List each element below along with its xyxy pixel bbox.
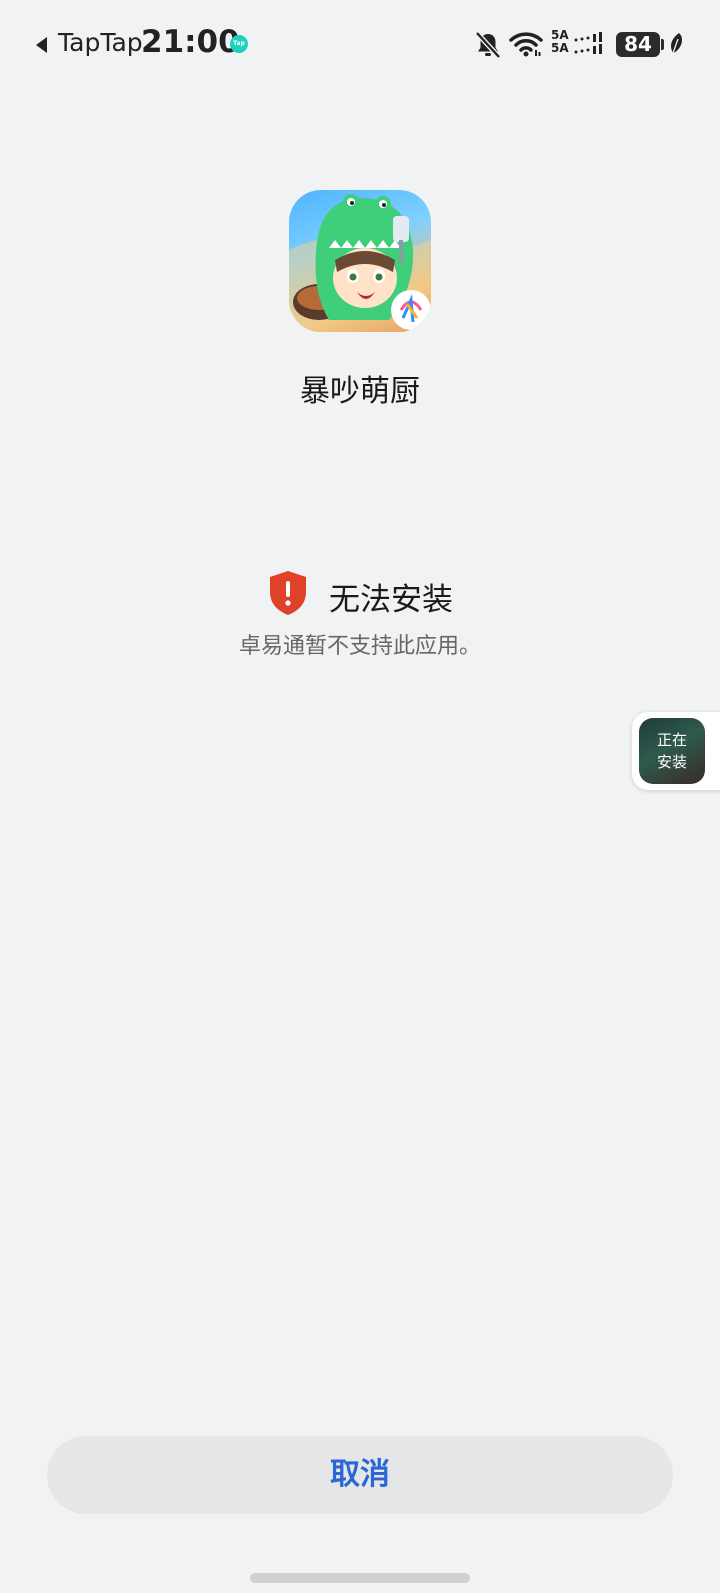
leaf-icon	[671, 33, 682, 54]
bell-muted-icon	[475, 31, 501, 59]
network-type-label: 5A 5A	[551, 29, 569, 55]
battery-cap	[661, 39, 664, 50]
network-type-bottom: 5A	[551, 41, 569, 55]
battery-icon: 84	[616, 32, 660, 57]
game-app-icon	[289, 190, 431, 332]
warning-shield-icon	[270, 571, 306, 615]
signal-icon	[574, 32, 602, 54]
wifi-icon	[509, 32, 543, 57]
installing-status-line2: 安装	[656, 753, 687, 771]
back-to-app-label[interactable]: TapTap	[58, 28, 143, 57]
app-name: 暴吵萌厨	[300, 374, 420, 409]
home-indicator[interactable]	[250, 1573, 470, 1583]
installing-status-text: 正在 安装	[639, 729, 705, 773]
back-arrow-icon[interactable]	[36, 37, 47, 53]
installing-float-widget[interactable]: 正在 安装	[632, 712, 720, 790]
cancel-button[interactable]: 取消	[47, 1436, 673, 1514]
message-description: 卓易通暂不支持此应用。	[238, 634, 481, 659]
status-bar: TapTap 21:00 Tap 5A 5A 84	[0, 0, 720, 90]
tap-badge-icon: Tap	[230, 35, 248, 53]
status-time: 21:00	[141, 24, 240, 60]
installing-status-line1: 正在	[656, 731, 687, 749]
message-title: 无法安装	[329, 582, 453, 618]
